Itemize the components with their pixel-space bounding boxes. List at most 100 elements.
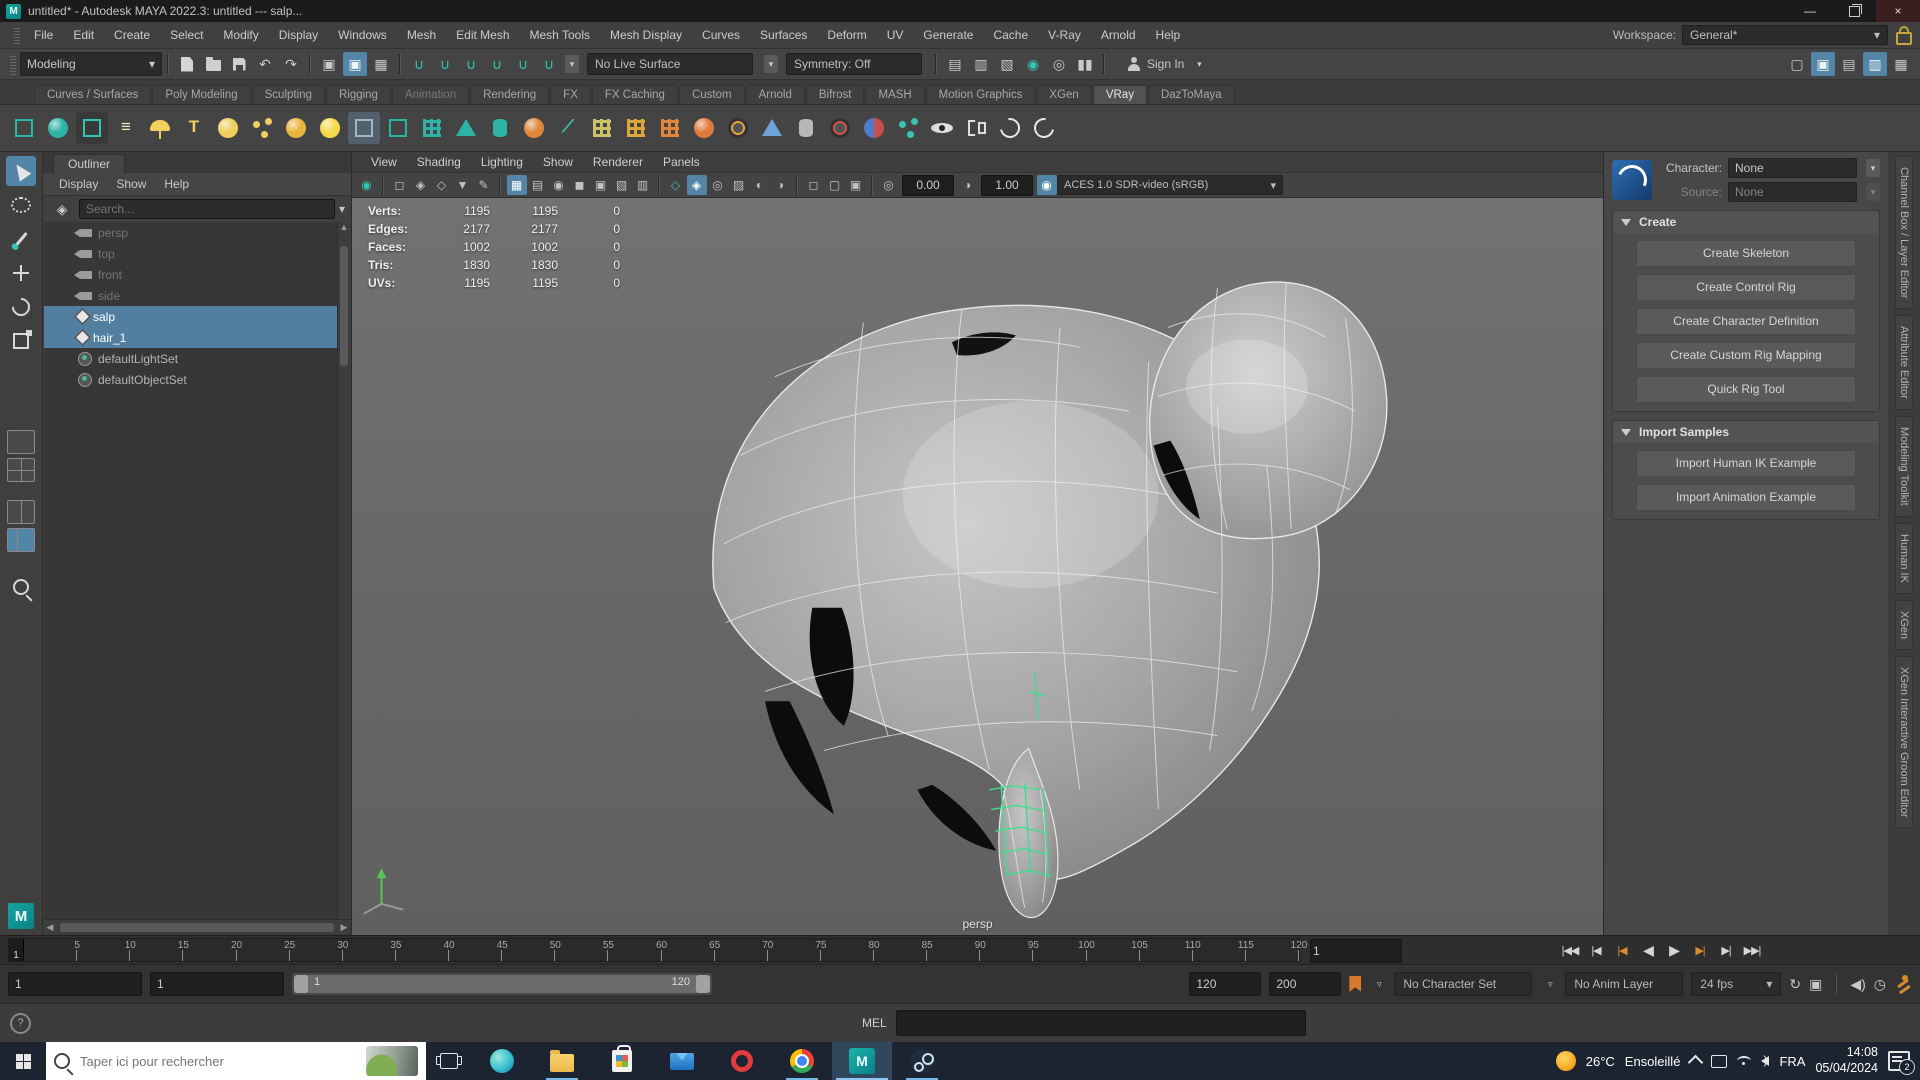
menu-mesh-display[interactable]: Mesh Display [600,28,692,42]
chevron-down-icon[interactable]: ▾ [339,202,345,216]
range-slider[interactable]: 1 120 [292,973,712,995]
color-management-icon[interactable] [1036,175,1057,195]
orange-sphere-icon[interactable] [518,112,550,144]
snap-to-projected-center-icon[interactable] [485,52,509,76]
render-settings-button[interactable] [943,52,967,76]
snap-to-point-icon[interactable] [459,52,483,76]
eye-icon[interactable] [926,112,958,144]
select-hierarchy-mode-button[interactable] [317,52,341,76]
range-track[interactable] [294,975,710,993]
notes-icon[interactable] [110,112,142,144]
vray-camera-icon[interactable] [76,112,108,144]
scroll-up-icon[interactable]: ▲ [337,222,350,232]
playblast-icon[interactable]: ▣ [1809,976,1822,993]
chevron-down-icon[interactable]: ▿ [1372,975,1386,993]
viewport-menu-renderer[interactable]: Renderer [584,155,652,169]
outliner-filter-icon[interactable] [50,197,74,221]
scrollbar-thumb[interactable] [340,246,348,366]
shaded-mode-icon[interactable] [528,175,548,195]
lock-camera-icon[interactable] [411,175,431,195]
vray-plane-icon[interactable] [348,112,380,144]
menu-deform[interactable]: Deform [817,28,876,42]
menu-mesh-tools[interactable]: Mesh Tools [520,28,600,42]
menu-create[interactable]: Create [104,28,160,42]
shelf-tab-curves-surfaces[interactable]: Curves / Surfaces [34,85,152,104]
shelf-tab-bifrost[interactable]: Bifrost [805,85,865,104]
gear-icon[interactable] [722,112,754,144]
step-forward-frame-button[interactable]: ▶| [1714,939,1738,961]
go-to-end-button[interactable]: ▶▶| [1740,939,1764,961]
gamma-field[interactable] [981,174,1033,196]
mel-input[interactable] [896,1010,1306,1036]
create-control-rig-button[interactable]: Create Control Rig [1635,274,1857,301]
current-frame-field[interactable] [1310,939,1402,963]
step-back-frame-button[interactable]: |◀ [1584,939,1608,961]
fps-dropdown[interactable]: 24 fps ▾ [1691,972,1782,996]
volume-icon[interactable] [1761,1053,1770,1067]
command-language-toggle[interactable]: MEL [862,1016,887,1030]
shelf-tab-sculpting[interactable]: Sculpting [251,85,325,104]
menu-edit[interactable]: Edit [63,28,104,42]
tray-chevron-up-icon[interactable] [1688,1054,1704,1071]
chevron-down-icon[interactable]: ▿ [1543,975,1557,993]
shelf-tab-poly-modeling[interactable]: Poly Modeling [152,85,251,104]
anti-aliasing-icon[interactable] [633,175,653,195]
viewport-canvas[interactable]: Verts: 1195 1195 0 Edges: 2177 2177 0 Faces: 10… [352,198,1603,935]
person-circle-icon[interactable] [994,112,1026,144]
menu-windows[interactable]: Windows [328,28,397,42]
viewport-menu-shading[interactable]: Shading [408,155,470,169]
tab-attribute-editor[interactable]: Attribute Editor [1895,315,1913,411]
anim-layer-dropdown[interactable]: No Anim Layer [1565,972,1684,996]
chevron-down-icon[interactable]: ▾ [764,55,778,73]
viewport-menu-view[interactable]: View [362,155,406,169]
edge-app[interactable] [472,1042,532,1080]
shelf-tab-vray[interactable]: VRay [1092,85,1147,104]
layout-four-pane-button[interactable] [7,458,35,482]
exposure-field[interactable] [902,174,954,196]
use-default-material-icon[interactable] [570,175,590,195]
scale-tool[interactable] [6,326,36,356]
outliner-menu-help[interactable]: Help [156,177,197,191]
shelf-tab-animation[interactable]: Animation [391,85,470,104]
minimize-button[interactable]: — [1788,0,1832,22]
gray-cylinder-icon[interactable] [790,112,822,144]
plane-icon[interactable] [804,175,824,195]
poly-prism-icon[interactable] [450,112,482,144]
range-end-handle[interactable] [696,975,710,993]
toggle-channel-box-icon[interactable] [1889,52,1913,76]
dark-sphere-icon[interactable] [824,112,856,144]
outliner-vertical-scrollbar[interactable]: ▲ [337,222,350,919]
lasso-tool[interactable] [6,190,36,220]
field-chart-icon[interactable] [846,175,866,195]
isolate-select-icon[interactable] [666,175,686,195]
vray-v-logo-icon[interactable] [1028,112,1060,144]
step-forward-key-button[interactable]: ▶| [1688,939,1712,961]
character-set-dropdown[interactable]: No Character Set [1394,972,1533,996]
scroll-left-icon[interactable]: ◀ [43,922,57,933]
menu-file[interactable]: File [24,28,63,42]
orange-grid-plus-icon[interactable] [654,112,686,144]
node-graph-icon[interactable] [960,112,992,144]
shelf-tab-xgen[interactable]: XGen [1036,85,1092,104]
salp-3d-model[interactable] [352,198,1603,935]
snap-to-view-plane-icon[interactable] [511,52,535,76]
animation-end-field[interactable] [1269,972,1342,996]
notification-icon[interactable]: 2 [1888,1051,1915,1075]
scrollbar-thumb[interactable] [60,923,334,932]
go-to-start-button[interactable]: |◀◀ [1558,939,1582,961]
image-plane-icon[interactable] [474,175,494,195]
wifi-icon[interactable] [1737,1056,1752,1066]
layout-two-pane-button[interactable] [7,500,35,524]
outliner-horizontal-scrollbar[interactable]: ◀ ▶ [43,919,351,935]
vray-cube-icon[interactable] [8,112,40,144]
menu-set-dropdown[interactable]: Modeling ▾ [20,52,162,76]
weather-description[interactable]: Ensoleillé [1625,1054,1681,1069]
clock[interactable]: 14:08 05/04/2024 [1815,1045,1878,1076]
time-ruler[interactable]: 1 5 10 15 20 25 30 35 40 45 50 55 60 65 … [8,938,1307,962]
sun-light-icon[interactable] [314,112,346,144]
start-button[interactable] [0,1042,46,1080]
snap-to-grid-icon[interactable] [407,52,431,76]
create-custom-rig-mapping-button[interactable]: Create Custom Rig Mapping [1635,342,1857,369]
shelf-tab-motion-graphics[interactable]: Motion Graphics [925,85,1036,104]
wireframe-on-shaded-icon[interactable] [686,175,707,195]
